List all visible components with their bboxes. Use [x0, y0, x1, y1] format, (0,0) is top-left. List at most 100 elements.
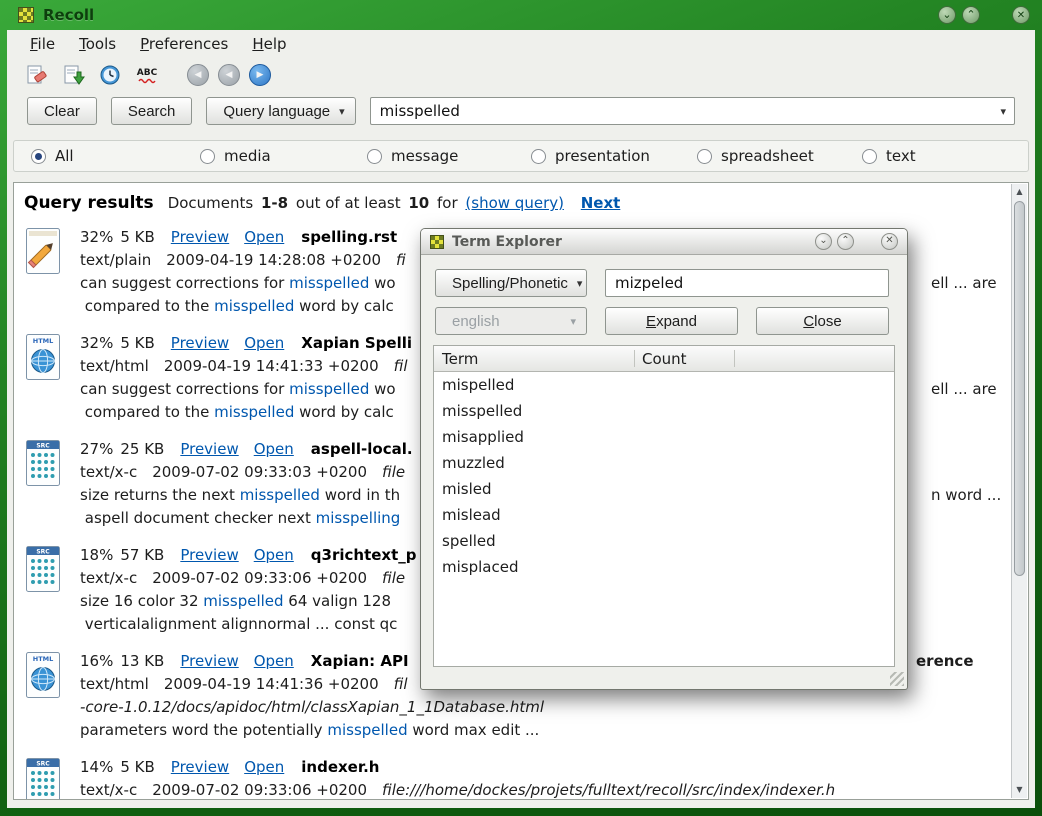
abstract-text: parameters word the potentially	[80, 721, 327, 739]
abstract-text: verticalalignment alignnormal ... const …	[80, 615, 397, 633]
relevance-percent: 27%	[80, 440, 113, 458]
term-row[interactable]: misspelled	[434, 398, 894, 424]
file-path: fil	[394, 675, 408, 693]
maximize-icon[interactable]	[837, 233, 854, 250]
search-term-highlight: misspelled	[289, 380, 369, 398]
menu-tools[interactable]: Tools	[70, 33, 125, 55]
column-header-term[interactable]: Term	[434, 350, 634, 368]
relevance-percent: 32%	[80, 334, 113, 352]
first-page-icon[interactable]	[187, 64, 209, 86]
search-input-field[interactable]	[371, 98, 1014, 124]
result-title: indexer.h	[301, 758, 379, 776]
next-page-icon[interactable]	[249, 64, 271, 86]
term-input-field[interactable]	[606, 270, 888, 296]
preview-link[interactable]: Preview	[180, 440, 238, 458]
abstract-text: size returns the next	[80, 486, 240, 504]
result-title: Xapian: API	[311, 652, 409, 670]
minimize-icon[interactable]	[815, 233, 832, 250]
open-link[interactable]: Open	[244, 334, 284, 352]
chevron-down-icon[interactable]	[1000, 105, 1006, 118]
search-term-highlight: misspelled	[214, 403, 294, 421]
file-size: 5 KB	[120, 758, 154, 776]
result-meta: text/x-c	[80, 463, 137, 481]
minimize-icon[interactable]	[938, 6, 956, 24]
preview-link[interactable]: Preview	[180, 652, 238, 670]
term-table: Term Count mispelled misspelled misapplied…	[433, 345, 895, 667]
results-scrollbar[interactable]	[1011, 184, 1027, 798]
abstract-text: word in th	[320, 486, 400, 504]
query-language-dropdown[interactable]: Query language	[206, 97, 355, 125]
term-row[interactable]: misapplied	[434, 424, 894, 450]
search-term-highlight: misspelling	[316, 509, 401, 527]
open-link[interactable]: Open	[254, 546, 294, 564]
term-row[interactable]: muzzled	[434, 450, 894, 476]
file-path: fi	[396, 251, 406, 269]
close-icon[interactable]	[1012, 6, 1030, 24]
menu-preferences[interactable]: Preferences	[131, 33, 237, 55]
resize-grip-icon[interactable]	[890, 672, 904, 686]
open-link[interactable]: Open	[244, 758, 284, 776]
filter-media[interactable]: media	[200, 147, 271, 165]
term-table-body: mispelledmisspelledmisappliedmuzzledmisl…	[434, 372, 894, 666]
history-clock-icon[interactable]	[97, 62, 123, 88]
scroll-down-icon[interactable]	[1012, 783, 1027, 797]
preview-link[interactable]: Preview	[171, 758, 229, 776]
result-meta: 2009-04-19 14:41:36 +0200	[164, 675, 379, 693]
abstract-text: can suggest corrections for	[80, 380, 289, 398]
preview-link[interactable]: Preview	[171, 334, 229, 352]
term-input[interactable]	[605, 269, 889, 297]
window-frame: Recoll File Tools Preferences Help	[0, 0, 1042, 816]
filter-text[interactable]: text	[862, 147, 916, 165]
term-row[interactable]: mislead	[434, 502, 894, 528]
term-explorer-abc-icon[interactable]: ABC	[134, 62, 160, 88]
result-title: q3richtext_p	[311, 546, 417, 564]
result-meta: 2009-07-02 09:33:06 +0200	[152, 569, 367, 587]
scrollbar-thumb[interactable]	[1014, 201, 1025, 576]
expand-button[interactable]: Expand	[605, 307, 738, 335]
clear-button[interactable]: Clear	[27, 97, 97, 125]
scroll-up-icon[interactable]	[1012, 185, 1027, 199]
show-query-link[interactable]: (show query)	[465, 194, 564, 212]
result-title-fragment: erence	[916, 650, 974, 673]
open-link[interactable]: Open	[254, 440, 294, 458]
file-size: 13 KB	[120, 652, 164, 670]
filter-label: presentation	[555, 147, 650, 165]
close-button[interactable]: Close	[756, 307, 889, 335]
next-results-link[interactable]: Next	[581, 194, 621, 212]
menu-help[interactable]: Help	[243, 33, 295, 55]
filter-presentation[interactable]: presentation	[531, 147, 650, 165]
preview-link[interactable]: Preview	[171, 228, 229, 246]
menu-file[interactable]: File	[21, 33, 64, 55]
filter-spreadsheet[interactable]: spreadsheet	[697, 147, 814, 165]
term-row[interactable]: spelled	[434, 528, 894, 554]
expansion-mode-dropdown[interactable]: Spelling/Phonetic	[435, 269, 587, 297]
term-table-header: Term Count	[434, 346, 894, 372]
search-button[interactable]: Search	[111, 97, 193, 125]
radio-selected-icon	[31, 149, 46, 164]
radio-icon	[200, 149, 215, 164]
filter-label: message	[391, 147, 458, 165]
search-term-highlight: misspelled	[240, 486, 320, 504]
open-link[interactable]: Open	[244, 228, 284, 246]
maximize-icon[interactable]	[962, 6, 980, 24]
search-input[interactable]	[370, 97, 1015, 125]
result-meta: 2009-04-19 14:28:08 +0200	[166, 251, 381, 269]
save-results-icon[interactable]	[60, 62, 86, 88]
abstract-fragment: ell ... are	[931, 272, 997, 295]
term-cell: misplaced	[442, 558, 518, 576]
term-row[interactable]: misled	[434, 476, 894, 502]
clear-search-icon[interactable]	[23, 62, 49, 88]
column-header-count[interactable]: Count	[634, 350, 734, 368]
header-divider	[734, 350, 735, 367]
radio-icon	[531, 149, 546, 164]
open-link[interactable]: Open	[254, 652, 294, 670]
filter-message[interactable]: message	[367, 147, 458, 165]
preview-link[interactable]: Preview	[180, 546, 238, 564]
term-row[interactable]: misplaced	[434, 554, 894, 580]
term-cell: misspelled	[442, 402, 522, 420]
close-icon[interactable]	[881, 233, 898, 250]
term-row[interactable]: mispelled	[434, 372, 894, 398]
language-dropdown: english	[435, 307, 587, 335]
previous-page-icon[interactable]	[218, 64, 240, 86]
filter-all[interactable]: All	[31, 147, 74, 165]
